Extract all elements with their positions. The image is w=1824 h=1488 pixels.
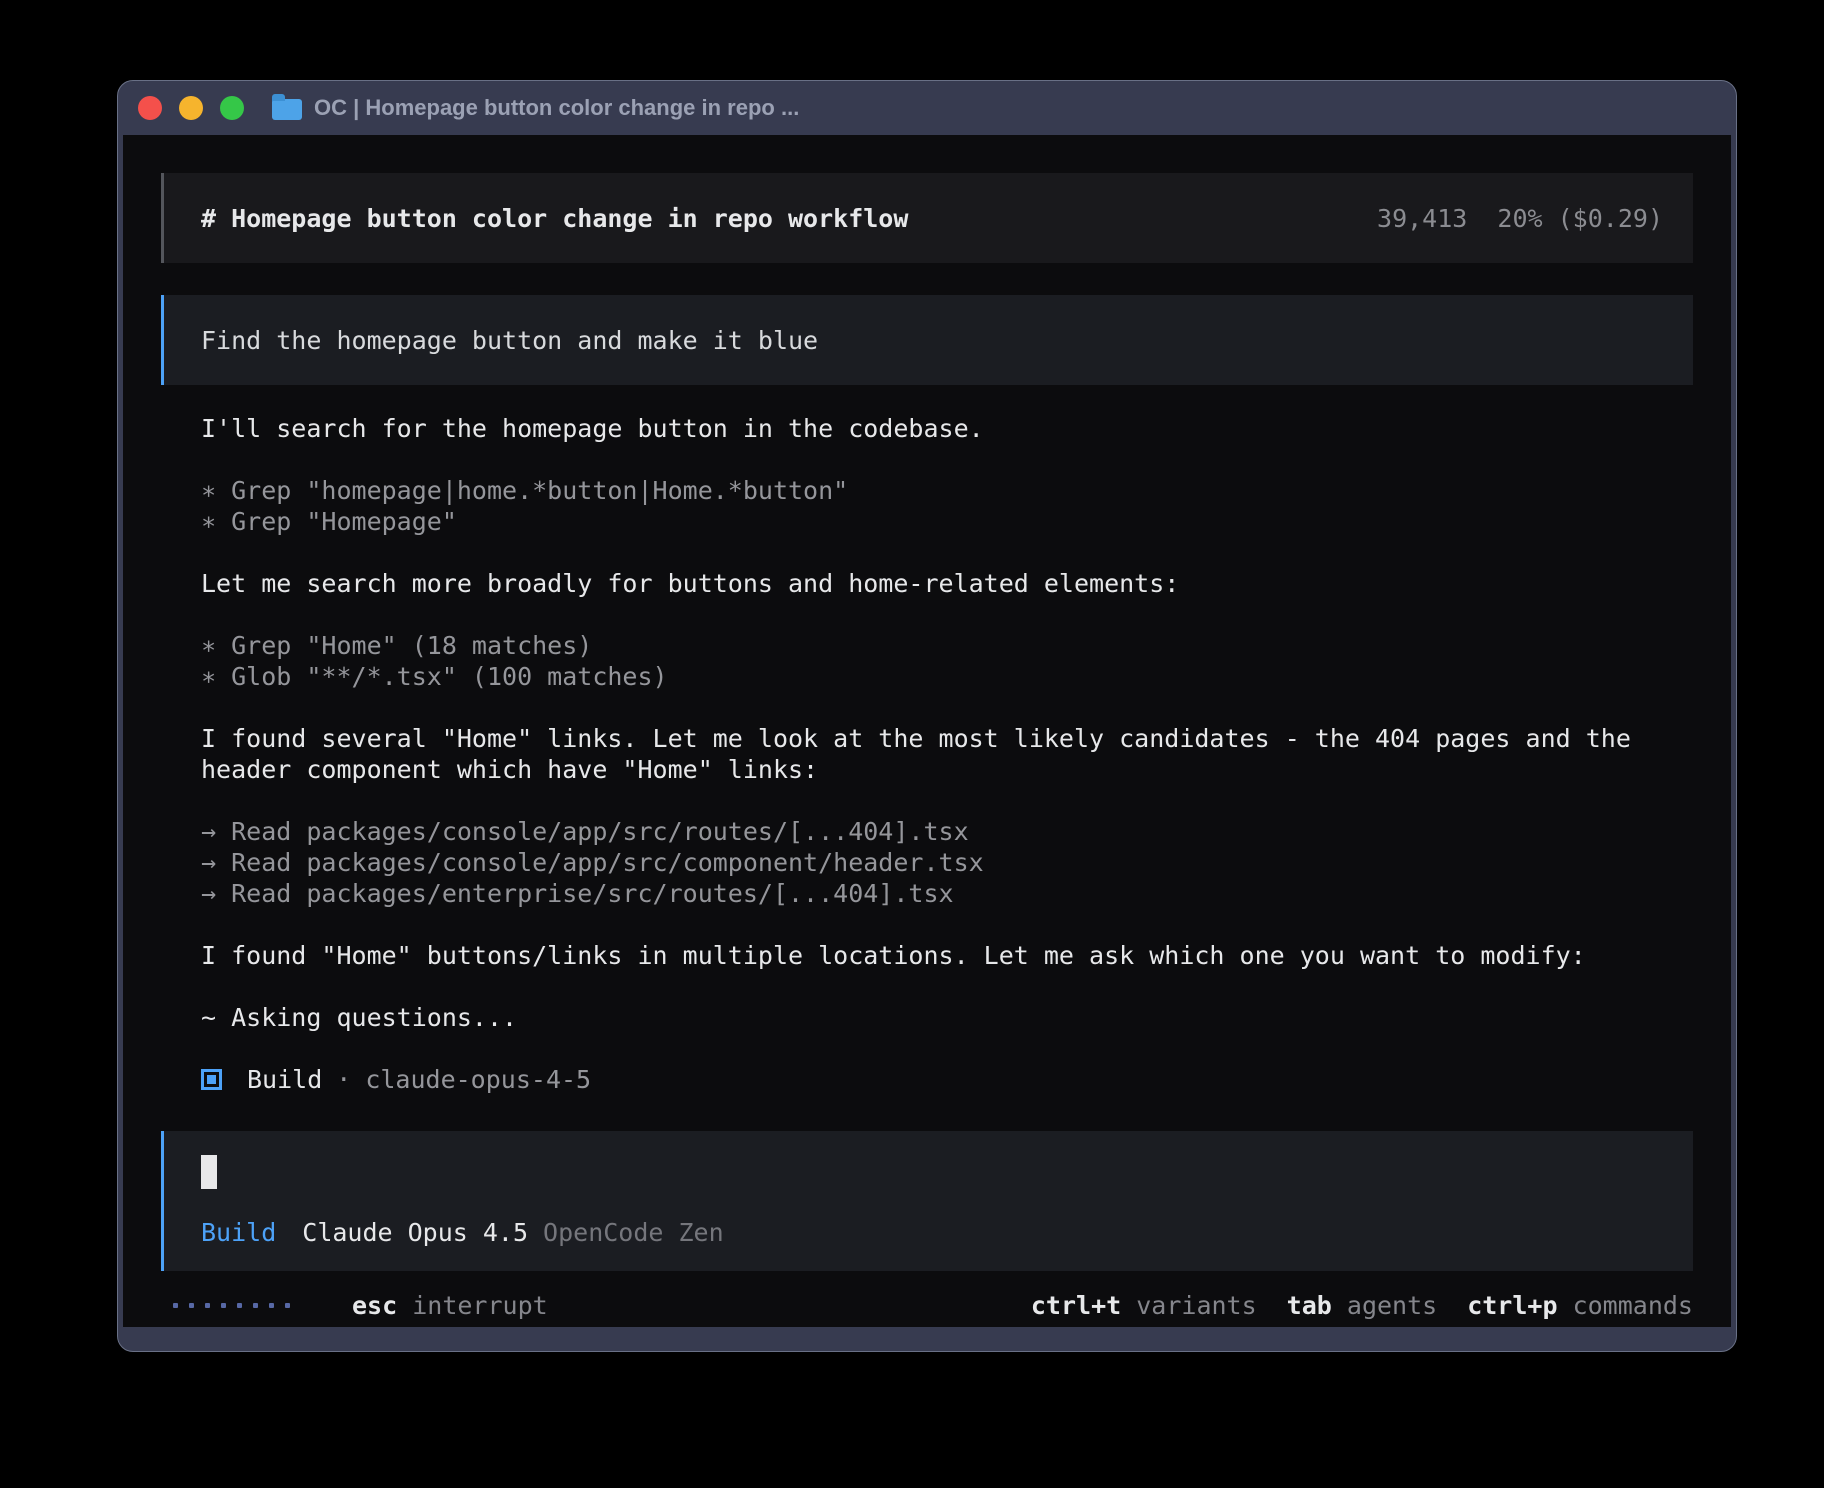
tool-call-line: ∗ Glob "**/*.tsx" (100 matches) — [201, 661, 1693, 692]
agent-status-row: Build · claude-opus-4-5 — [201, 1064, 1693, 1095]
esc-key: esc — [352, 1291, 397, 1320]
shortcut-hints: ctrl+t variants tab agents ctrl+p commands — [1031, 1291, 1693, 1320]
user-message: Find the homepage button and make it blu… — [161, 295, 1693, 385]
spinner-dot — [285, 1303, 290, 1308]
agent-name: Build — [247, 1065, 322, 1094]
blank-line — [201, 971, 1693, 1002]
spinner-dot — [253, 1303, 258, 1308]
assistant-text-line: I'll search for the homepage button in t… — [201, 413, 1693, 444]
session-stats: 39,413 20% ($0.29) — [1377, 204, 1663, 233]
conversation-lines: I'll search for the homepage button in t… — [201, 413, 1693, 1064]
tool-call-line: → Read packages/console/app/src/componen… — [201, 847, 1693, 878]
spinner-dot — [237, 1303, 242, 1308]
input-agent-label: Build — [201, 1217, 276, 1248]
interrupt-hint: esc interrupt — [352, 1291, 548, 1320]
blank-line — [201, 909, 1693, 940]
blank-line — [201, 785, 1693, 816]
tool-call-line: ∗ Grep "Homepage" — [201, 506, 1693, 537]
agent-model: claude-opus-4-5 — [365, 1065, 591, 1094]
interrupt-label: interrupt — [412, 1291, 547, 1320]
conversation: I'll search for the homepage button in t… — [201, 413, 1693, 1095]
shortcut-label: agents — [1347, 1291, 1437, 1320]
model-row: Build Claude Opus 4.5 OpenCode Zen — [201, 1217, 1663, 1248]
spinner-dot — [269, 1303, 274, 1308]
terminal-content: # Homepage button color change in repo w… — [123, 135, 1731, 1327]
input-model-label: Claude Opus 4.5 — [302, 1217, 528, 1248]
shortcut-key: ctrl+t — [1031, 1291, 1121, 1320]
folder-icon — [272, 99, 302, 120]
spinner-dot — [189, 1303, 194, 1308]
assistant-text-line: I found several "Home" links. Let me loo… — [201, 723, 1693, 754]
minimize-button[interactable] — [179, 96, 203, 120]
window-title: OC | Homepage button color change in rep… — [314, 95, 799, 121]
blank-line — [201, 537, 1693, 568]
terminal-window: OC | Homepage button color change in rep… — [117, 80, 1737, 1352]
tool-call-line: → Read packages/enterprise/src/routes/[.… — [201, 878, 1693, 909]
window-bottom-frame — [118, 1327, 1736, 1352]
shortcut-hint-agents: tab agents — [1287, 1291, 1438, 1320]
assistant-text-line: ~ Asking questions... — [201, 1002, 1693, 1033]
blank-line — [201, 444, 1693, 475]
session-title: # Homepage button color change in repo w… — [201, 204, 908, 233]
prompt-input[interactable]: Build Claude Opus 4.5 OpenCode Zen — [161, 1131, 1693, 1271]
shortcut-label: commands — [1573, 1291, 1693, 1320]
close-button[interactable] — [138, 96, 162, 120]
spinner-dots — [173, 1303, 290, 1308]
shortcut-key: tab — [1287, 1291, 1332, 1320]
agent-separator: · — [336, 1065, 351, 1094]
traffic-lights — [138, 96, 244, 120]
assistant-text-line: I found "Home" buttons/links in multiple… — [201, 940, 1693, 971]
tool-call-line: → Read packages/console/app/src/routes/[… — [201, 816, 1693, 847]
status-bar: esc interrupt ctrl+t variantstab agentsc… — [161, 1283, 1693, 1327]
spinner-dot — [221, 1303, 226, 1308]
text-cursor — [201, 1155, 217, 1189]
session-header: # Homepage button color change in repo w… — [161, 173, 1693, 263]
assistant-text-line: header component which have "Home" links… — [201, 754, 1693, 785]
tool-call-line: ∗ Grep "homepage|home.*button|Home.*butt… — [201, 475, 1693, 506]
spinner-dot — [173, 1303, 178, 1308]
zoom-button[interactable] — [220, 96, 244, 120]
shortcut-label: variants — [1136, 1291, 1256, 1320]
titlebar: OC | Homepage button color change in rep… — [118, 81, 1736, 135]
spinner-dot — [205, 1303, 210, 1308]
shortcut-hint-commands: ctrl+p commands — [1467, 1291, 1693, 1320]
blank-line — [201, 692, 1693, 723]
shortcut-hint-variants: ctrl+t variants — [1031, 1291, 1257, 1320]
blank-line — [201, 599, 1693, 630]
user-message-text: Find the homepage button and make it blu… — [201, 326, 818, 355]
assistant-text-line: Let me search more broadly for buttons a… — [201, 568, 1693, 599]
blank-line — [201, 1033, 1693, 1064]
input-provider-label: OpenCode Zen — [543, 1217, 724, 1248]
tool-call-line: ∗ Grep "Home" (18 matches) — [201, 630, 1693, 661]
shortcut-key: ctrl+p — [1467, 1291, 1557, 1320]
agent-square-dot-icon — [201, 1069, 222, 1090]
